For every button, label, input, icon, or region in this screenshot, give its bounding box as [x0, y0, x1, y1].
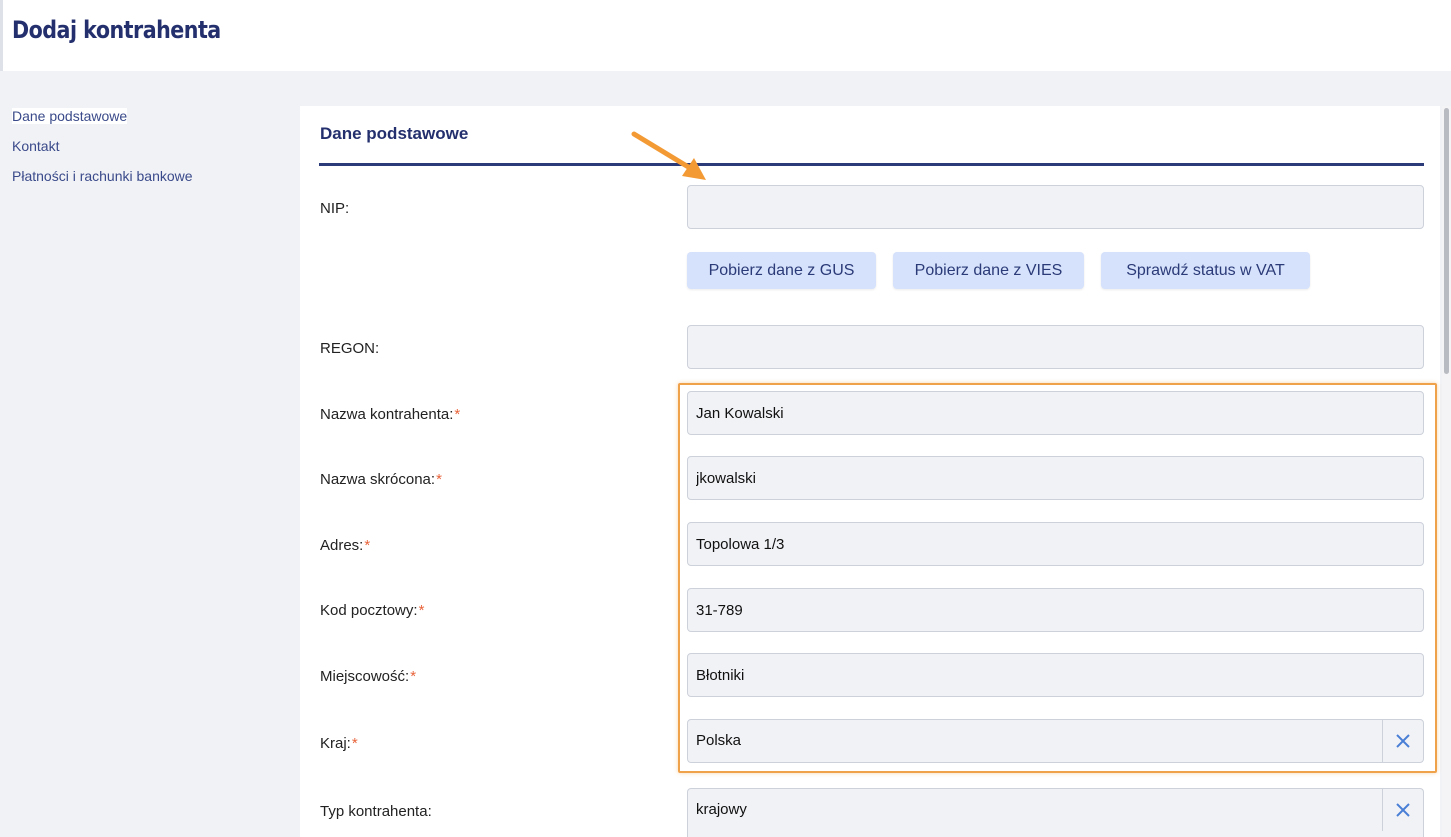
sidebar-item-kontakt[interactable]: Kontakt — [12, 137, 193, 167]
miejscowosc-label: Miejscowość:* — [320, 668, 417, 685]
kraj-select[interactable]: Polska — [687, 719, 1424, 763]
typ-kontrahenta-clear-button[interactable] — [1382, 789, 1423, 831]
form-panel: Dane podstawowe NIP: Pobierz dane z GUS … — [300, 106, 1440, 837]
regon-input[interactable] — [687, 325, 1424, 369]
adres-label: Adres:* — [320, 537, 371, 554]
typ-kontrahenta-selected-value: krajowy — [696, 801, 747, 818]
typ-kontrahenta-select[interactable]: krajowy — [687, 788, 1424, 837]
nip-input[interactable] — [687, 185, 1424, 229]
section-divider — [319, 163, 1424, 166]
section-title: Dane podstawowe — [320, 124, 469, 143]
page-header: Dodaj kontrahenta — [0, 0, 1451, 71]
nazwa-kontrahenta-label: Nazwa kontrahenta:* — [320, 406, 461, 423]
required-marker: * — [364, 537, 371, 554]
kod-pocztowy-label: Kod pocztowy:* — [320, 602, 425, 619]
vertical-scrollbar[interactable] — [1442, 106, 1451, 837]
required-marker: * — [351, 735, 358, 752]
typ-kontrahenta-label: Typ kontrahenta: — [320, 803, 432, 820]
kraj-label: Kraj:* — [320, 735, 358, 752]
fetch-gus-button[interactable]: Pobierz dane z GUS — [687, 252, 876, 289]
regon-label: REGON: — [320, 340, 380, 357]
sidebar-nav: Dane podstawowe Kontakt Płatności i rach… — [12, 107, 193, 197]
required-marker: * — [436, 471, 442, 488]
kraj-clear-button[interactable] — [1382, 720, 1423, 762]
check-vat-status-button[interactable]: Sprawdź status w VAT — [1101, 252, 1310, 289]
required-marker: * — [410, 668, 417, 685]
sidebar-item-label: Płatności i rachunki bankowe — [12, 168, 193, 184]
close-icon — [1396, 803, 1410, 817]
scrollbar-thumb[interactable] — [1444, 108, 1449, 374]
kod-pocztowy-input[interactable] — [687, 588, 1424, 632]
close-icon — [1396, 734, 1410, 748]
nazwa-skrocona-input[interactable] — [687, 456, 1424, 500]
page-title: Dodaj kontrahenta — [12, 16, 221, 44]
adres-input[interactable] — [687, 522, 1424, 566]
fetch-vies-button[interactable]: Pobierz dane z VIES — [893, 252, 1084, 289]
kraj-selected-value: Polska — [696, 732, 742, 749]
nazwa-kontrahenta-input[interactable] — [687, 391, 1424, 435]
sidebar-item-label: Kontakt — [12, 138, 60, 154]
sidebar-item-label: Dane podstawowe — [12, 108, 128, 124]
nip-label: NIP: — [320, 200, 350, 217]
sidebar-item-platnosci[interactable]: Płatności i rachunki bankowe — [12, 167, 193, 197]
nazwa-skrocona-label: Nazwa skrócona:* — [320, 471, 442, 488]
sidebar-item-dane-podstawowe[interactable]: Dane podstawowe — [12, 107, 193, 137]
required-marker: * — [418, 602, 425, 619]
required-marker: * — [454, 406, 461, 423]
miejscowosc-input[interactable] — [687, 653, 1424, 697]
